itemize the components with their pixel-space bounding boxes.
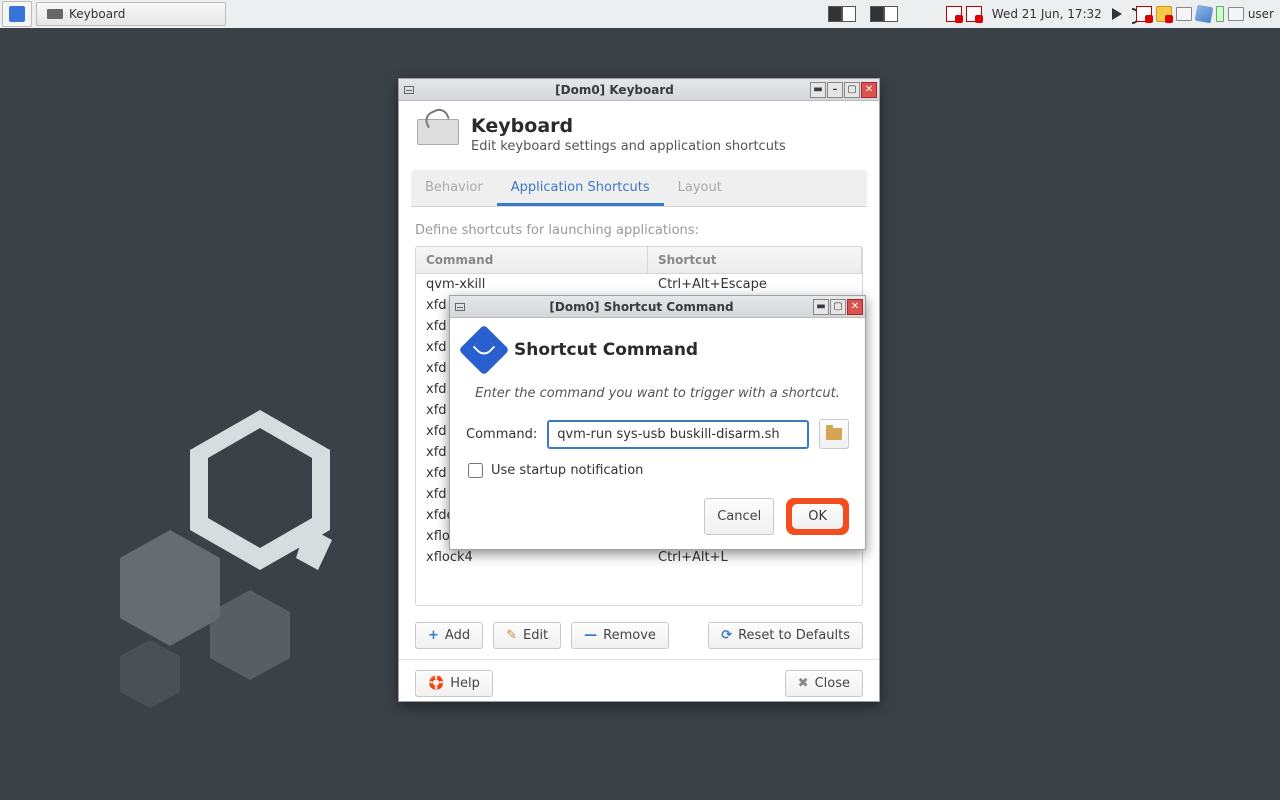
- refresh-icon: ⟳: [721, 628, 732, 643]
- remove-button[interactable]: —Remove: [571, 622, 669, 649]
- user-label[interactable]: user: [1248, 7, 1274, 21]
- roll-up-button[interactable]: ▬: [813, 299, 829, 315]
- page-heading: Keyboard: [471, 115, 786, 137]
- shortcut-command-dialog: [Dom0] Shortcut Command ▬ ▢ ✕ Shortcut C…: [449, 295, 866, 550]
- table-row[interactable]: qvm-xkillCtrl+Alt+Escape: [416, 274, 862, 295]
- plus-icon: +: [428, 628, 439, 643]
- shortcut-command-icon: [459, 325, 510, 376]
- startup-notification-input[interactable]: [468, 463, 483, 478]
- cell-command: qvm-xkill: [416, 274, 648, 295]
- maximize-button[interactable]: ▢: [844, 82, 860, 98]
- window-menu-icon[interactable]: [450, 303, 470, 311]
- qubes-updates-icon[interactable]: [966, 6, 982, 22]
- add-button[interactable]: +Add: [415, 622, 483, 649]
- close-window-button[interactable]: ✕: [847, 299, 863, 315]
- reset-to-defaults-button[interactable]: ⟳Reset to Defaults: [708, 622, 863, 649]
- close-icon: ✖: [798, 676, 809, 691]
- folder-icon: [826, 428, 842, 440]
- battery-icon[interactable]: [1216, 6, 1224, 22]
- cell-shortcut: Ctrl+Alt+Escape: [648, 274, 862, 295]
- dialog-heading: Shortcut Command: [514, 340, 698, 360]
- cancel-button[interactable]: Cancel: [704, 498, 774, 535]
- top-panel: Keyboard Wed 21 Jun, 17:32 user: [0, 0, 1280, 28]
- help-icon: 🛟: [428, 676, 444, 691]
- startup-notification-label: Use startup notification: [491, 463, 643, 478]
- command-input[interactable]: [547, 420, 809, 449]
- shortcuts-help-text: Define shortcuts for launching applicati…: [415, 223, 863, 238]
- cell-command: xflock4: [416, 547, 648, 568]
- applications-menu-button[interactable]: [2, 1, 32, 27]
- column-header-shortcut[interactable]: Shortcut: [648, 247, 862, 273]
- help-button[interactable]: 🛟Help: [415, 670, 493, 697]
- card-icon[interactable]: [1228, 7, 1244, 21]
- qube-manager-icon[interactable]: [1195, 5, 1214, 24]
- window-menu-icon[interactable]: [399, 86, 419, 94]
- workspace-switcher[interactable]: [828, 6, 856, 22]
- qubes-wallpaper-logo: [110, 410, 350, 710]
- pencil-icon: ✎: [506, 628, 517, 643]
- edit-button[interactable]: ✎Edit: [493, 622, 561, 649]
- qubes-icon: [9, 6, 25, 22]
- taskbar-item-keyboard[interactable]: Keyboard: [36, 2, 226, 26]
- touchpad-icon[interactable]: [1176, 7, 1192, 21]
- cell-shortcut: Ctrl+Alt+L: [648, 547, 862, 568]
- dialog-title: [Dom0] Shortcut Command: [470, 300, 813, 314]
- keyboard-header-icon: [417, 119, 459, 145]
- close-button[interactable]: ✖Close: [785, 670, 863, 697]
- maximize-button[interactable]: ▢: [830, 299, 846, 315]
- table-row[interactable]: xflock4Ctrl+Alt+L: [416, 547, 862, 568]
- volume-icon[interactable]: [1112, 8, 1122, 20]
- startup-notification-checkbox[interactable]: Use startup notification: [468, 463, 849, 478]
- dialog-titlebar[interactable]: [Dom0] Shortcut Command ▬ ▢ ✕: [450, 296, 865, 318]
- clock[interactable]: Wed 21 Jun, 17:32: [986, 7, 1108, 21]
- roll-up-button[interactable]: ▬: [810, 82, 826, 98]
- minimize-button[interactable]: –: [827, 82, 843, 98]
- keyboard-icon: [47, 9, 63, 19]
- browse-button[interactable]: [819, 419, 849, 449]
- qubes-domains-icon[interactable]: [946, 6, 962, 22]
- system-tray: Wed 21 Jun, 17:32 user: [828, 6, 1280, 22]
- tab-application-shortcuts[interactable]: Application Shortcuts: [497, 170, 664, 206]
- taskbar-item-label: Keyboard: [69, 7, 125, 21]
- tabs: Behavior Application Shortcuts Layout: [411, 170, 867, 207]
- tab-layout[interactable]: Layout: [664, 170, 736, 206]
- command-label: Command:: [466, 427, 537, 442]
- titlebar[interactable]: [Dom0] Keyboard ▬ – ▢ ✕: [399, 79, 879, 101]
- minus-icon: —: [584, 628, 597, 643]
- close-window-button[interactable]: ✕: [861, 82, 877, 98]
- ok-button[interactable]: OK: [786, 498, 849, 535]
- notification-icon[interactable]: [1156, 6, 1172, 22]
- dialog-instruction: Enter the command you want to trigger wi…: [466, 386, 849, 401]
- tab-behavior[interactable]: Behavior: [411, 170, 497, 206]
- window-title: [Dom0] Keyboard: [419, 83, 810, 97]
- network-disconnected-icon[interactable]: [1136, 6, 1152, 22]
- page-subheading: Edit keyboard settings and application s…: [471, 139, 786, 154]
- terminal-tray-icon[interactable]: [870, 6, 898, 22]
- column-header-command[interactable]: Command: [416, 247, 648, 273]
